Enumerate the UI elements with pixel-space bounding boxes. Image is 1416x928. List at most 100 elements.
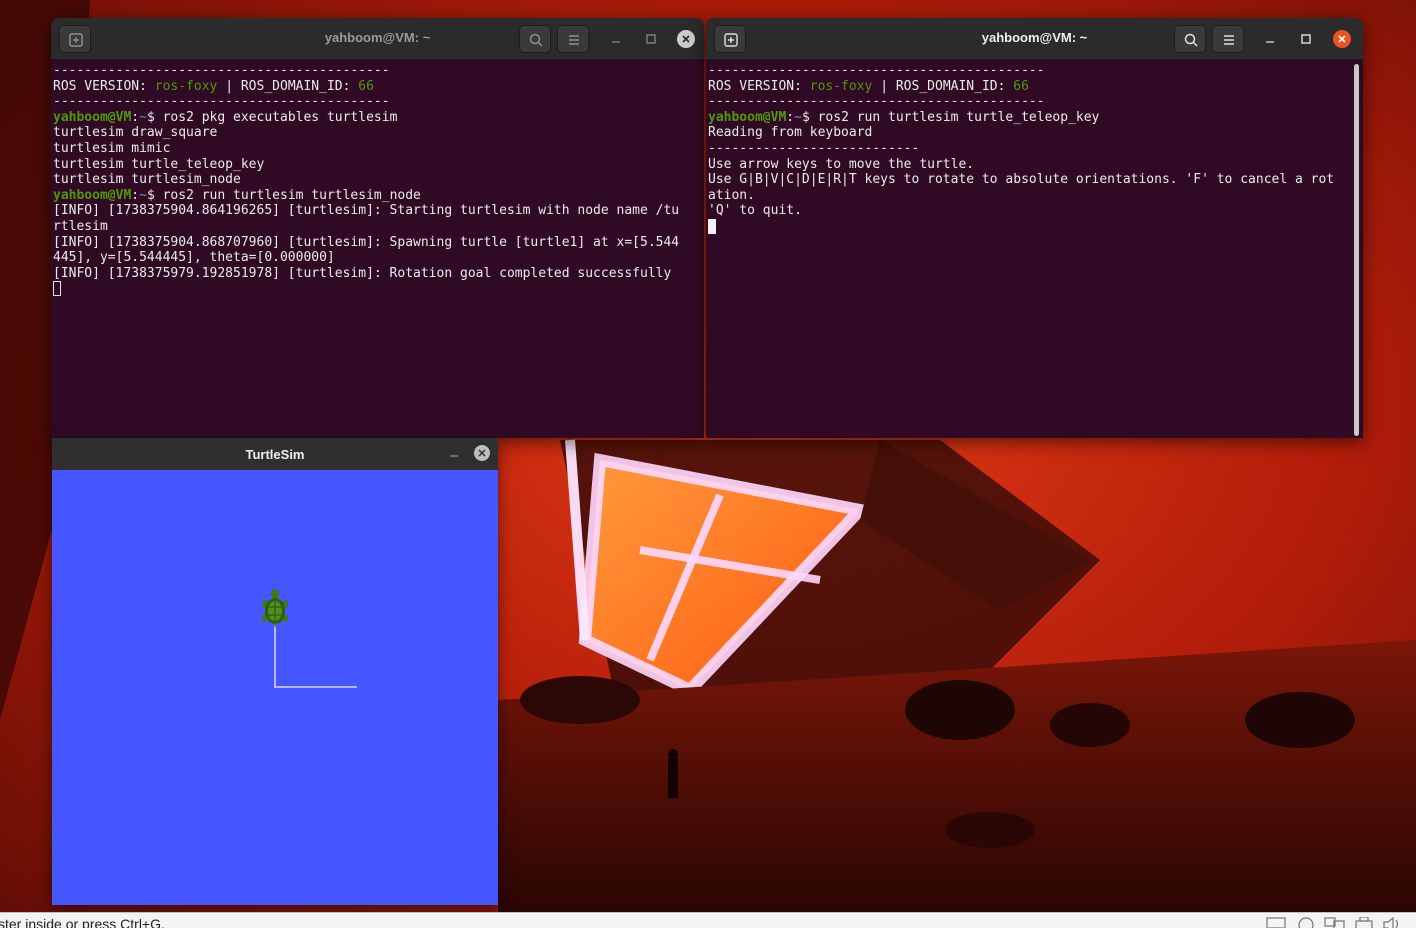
minimize-icon[interactable]: [1261, 30, 1279, 48]
terminal-text-segment: ROS VERSION:: [708, 78, 810, 94]
terminal-line: ----------------------------------------…: [53, 63, 704, 79]
terminal-prompt-line[interactable]: [53, 281, 704, 297]
terminal-text-segment: ~: [139, 187, 147, 203]
cd-icon[interactable]: [1296, 917, 1316, 928]
maximize-icon[interactable]: [642, 30, 660, 48]
terminal-line: yahboom@VM:~$ ros2 pkg executables turtl…: [53, 110, 704, 126]
terminal-output[interactable]: ----------------------------------------…: [706, 60, 1363, 438]
search-button[interactable]: [1174, 25, 1206, 53]
terminal-line: Reading from keyboard: [708, 125, 1363, 141]
terminal-text-segment: ----------------------------------------…: [708, 94, 1045, 110]
terminal-text-segment: 'Q' to quit.: [708, 203, 802, 219]
terminal-line: [INFO] [1738375904.868707960] [turtlesim…: [53, 235, 704, 251]
terminal-text-segment: Use arrow keys to move the turtle.: [708, 156, 975, 172]
terminal-text-segment: 445], y=[5.544445], theta=[0.000000]: [53, 250, 335, 266]
terminal-line: 'Q' to quit.: [708, 203, 1363, 219]
terminal-text-segment: $ ros2 run turtlesim turtle_teleop_key: [801, 109, 1100, 125]
terminal-text-segment: ----------------------------------------…: [53, 94, 390, 110]
search-button[interactable]: [519, 25, 551, 53]
terminal-line: ROS VERSION: ros-foxy | ROS_DOMAIN_ID: 6…: [53, 79, 704, 95]
terminal-line: Use arrow keys to move the turtle.: [708, 157, 1363, 173]
terminal-text-segment: ation.: [708, 187, 755, 203]
terminal-text-segment: ROS VERSION:: [53, 78, 155, 94]
terminal-line: [INFO] [1738375979.192851978] [turtlesim…: [53, 266, 704, 282]
terminal-text-segment: $ ros2 pkg executables turtlesim: [146, 109, 398, 125]
network-icon[interactable]: [1324, 917, 1346, 928]
terminal-line: turtlesim draw_square: [53, 125, 704, 141]
search-icon: [1184, 33, 1198, 47]
terminal-line: [INFO] [1738375904.864196265] [turtlesim…: [53, 203, 704, 219]
terminal-titlebar[interactable]: yahboom@VM: ~: [51, 18, 704, 60]
status-hint-text: ster inside or press Ctrl+G.: [0, 916, 165, 928]
minimize-icon[interactable]: [607, 30, 625, 48]
terminal-line: ----------------------------------------…: [708, 63, 1363, 79]
terminal-line: 445], y=[5.544445], theta=[0.000000]: [53, 250, 704, 266]
terminal-text-segment: ~: [139, 109, 147, 125]
terminal-line: Use G|B|V|C|D|E|R|T keys to rotate to ab…: [708, 172, 1363, 188]
vm-status-bar: ster inside or press Ctrl+G.: [0, 912, 1416, 928]
menu-button[interactable]: [1212, 25, 1244, 53]
terminal-line: ----------------------------------------…: [53, 94, 704, 110]
terminal-prompt-line[interactable]: [708, 218, 1363, 235]
text-cursor: [708, 218, 716, 234]
terminal-text-segment: :: [131, 109, 140, 125]
terminal-text-segment: rtlesim: [53, 218, 108, 234]
terminal-text-segment: | ROS_DOMAIN_ID:: [217, 78, 359, 94]
terminal-line: turtlesim mimic: [53, 141, 704, 157]
turtlesim-titlebar[interactable]: TurtleSim: [52, 438, 498, 470]
close-icon: [478, 449, 486, 457]
close-button[interactable]: [677, 30, 695, 48]
close-icon: [1338, 35, 1346, 43]
terminal-text-segment: turtlesim draw_square: [53, 125, 218, 141]
harddisk-icon[interactable]: [1266, 917, 1286, 928]
terminal-text-segment: ---------------------------: [708, 140, 920, 156]
turtlesim-title: TurtleSim: [245, 447, 305, 462]
terminal-line: yahboom@VM:~$ ros2 run turtlesim turtles…: [53, 188, 704, 204]
turtlesim-window[interactable]: TurtleSim: [52, 438, 498, 905]
turtle-icon: [262, 589, 288, 629]
maximize-icon[interactable]: [1297, 30, 1315, 48]
terminal-text-segment: turtlesim turtle_teleop_key: [53, 156, 265, 172]
close-icon: [682, 35, 690, 43]
terminal-window-left[interactable]: yahboom@VM: ~ --------------------------…: [51, 18, 704, 438]
terminal-text-segment: turtlesim turtlesim_node: [53, 172, 241, 188]
terminal-titlebar[interactable]: yahboom@VM: ~: [706, 18, 1363, 60]
printer-icon[interactable]: [1354, 917, 1374, 928]
terminal-text-segment: yahboom@VM: [53, 187, 132, 203]
terminal-text-segment: [INFO] [1738375979.192851978] [turtlesim…: [53, 265, 672, 281]
terminal-line: turtlesim turtle_teleop_key: [53, 157, 704, 173]
hamburger-icon: [1224, 35, 1234, 45]
text-cursor: [53, 281, 61, 297]
turtle-trail: [274, 616, 357, 688]
terminal-text-segment: ~: [794, 109, 802, 125]
terminal-text-segment: yahboom@VM: [53, 109, 132, 125]
search-icon: [529, 33, 543, 47]
terminal-text-segment: $ ros2 run turtlesim turtlesim_node: [146, 187, 421, 203]
terminal-text-segment: 66: [1013, 78, 1029, 94]
terminal-output[interactable]: ----------------------------------------…: [51, 60, 704, 438]
close-button[interactable]: [474, 445, 490, 461]
terminal-text-segment: | ROS_DOMAIN_ID:: [872, 78, 1014, 94]
terminal-text-segment: ros-foxy: [154, 78, 218, 94]
terminal-scrollbar[interactable]: [1354, 64, 1359, 436]
turtlesim-canvas: [262, 589, 357, 688]
terminal-line: ROS VERSION: ros-foxy | ROS_DOMAIN_ID: 6…: [708, 79, 1363, 95]
terminal-line: rtlesim: [53, 219, 704, 235]
terminal-line: ---------------------------: [708, 141, 1363, 157]
terminal-text-segment: :: [131, 187, 140, 203]
terminal-text-segment: turtlesim mimic: [53, 140, 171, 156]
close-button[interactable]: [1333, 30, 1351, 48]
terminal-text-segment: [INFO] [1738375904.864196265] [turtlesim…: [53, 203, 680, 219]
terminal-text-segment: :: [786, 109, 795, 125]
terminal-text-segment: 66: [358, 78, 374, 94]
terminal-text-segment: [INFO] [1738375904.868707960] [turtlesim…: [53, 234, 680, 250]
terminal-text-segment: ----------------------------------------…: [708, 63, 1045, 78]
terminal-line: turtlesim turtlesim_node: [53, 172, 704, 188]
terminal-text-segment: Reading from keyboard: [708, 125, 873, 141]
sound-icon[interactable]: [1382, 917, 1402, 928]
hamburger-icon: [569, 35, 579, 45]
terminal-text-segment: ros-foxy: [809, 78, 873, 94]
terminal-window-right[interactable]: yahboom@VM: ~ --------------------------…: [706, 18, 1363, 438]
menu-button[interactable]: [557, 25, 589, 53]
minimize-icon[interactable]: [447, 447, 461, 461]
